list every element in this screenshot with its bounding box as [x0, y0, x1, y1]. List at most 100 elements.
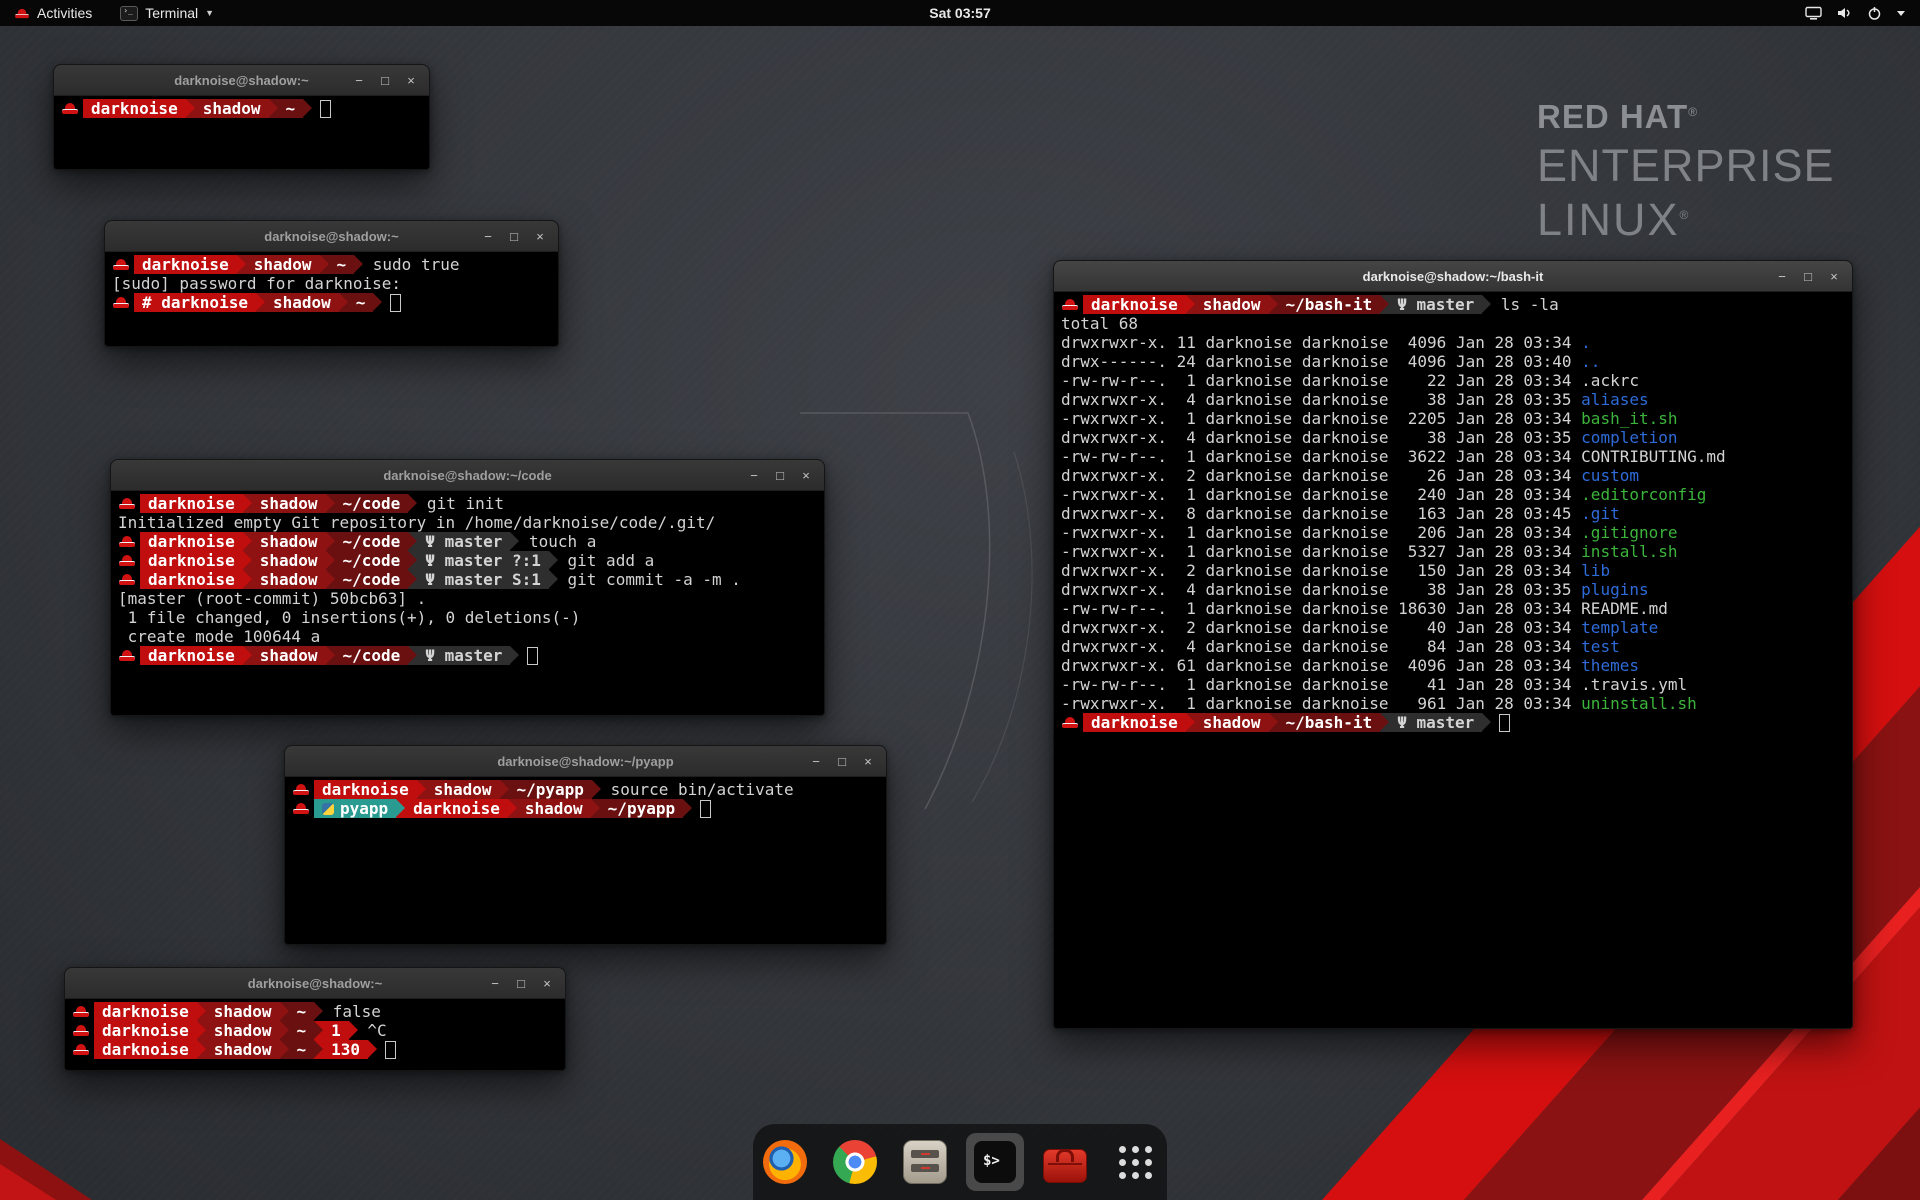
window-titlebar[interactable]: darknoise@shadow:~−□× [54, 65, 429, 96]
dock-item-terminal[interactable] [966, 1133, 1024, 1191]
minimize-button[interactable]: − [484, 972, 506, 994]
terminal-content[interactable]: darknoiseshadow~/bash-itΨ master ls -lat… [1055, 292, 1851, 1027]
close-button[interactable]: × [400, 69, 422, 91]
terminal-text: . [1581, 333, 1591, 352]
powerline-arrow-icon [237, 255, 246, 274]
minimize-button[interactable]: − [477, 225, 499, 247]
powerline-arrow-icon [408, 646, 417, 665]
brand-enterprise: ENTERPRISE [1537, 140, 1835, 192]
powerline-arrow-icon [320, 255, 329, 274]
close-button[interactable]: × [1823, 265, 1845, 287]
terminal-text: drwxrwxr-x. 4 darknoise darknoise 38 Jan… [1061, 580, 1581, 599]
red-hat-icon [293, 783, 309, 796]
minimize-button[interactable]: − [1771, 265, 1793, 287]
activities-button[interactable]: Activities [10, 0, 96, 26]
window-controls: −□× [477, 225, 558, 247]
maximize-button[interactable]: □ [1797, 265, 1819, 287]
dock-item-toolbox[interactable] [1036, 1133, 1094, 1191]
terminal-text: uninstall.sh [1581, 694, 1697, 713]
terminal-line: drwxrwxr-x. 8 darknoise darknoise 163 Ja… [1061, 504, 1851, 523]
window-titlebar[interactable]: darknoise@shadow:~/bash-it−□× [1054, 261, 1852, 292]
minimize-button[interactable]: − [743, 464, 765, 486]
prompt-segment-git: Ψ master [1389, 295, 1482, 314]
system-tray[interactable] [1805, 6, 1920, 20]
terminal-content[interactable]: darknoiseshadow~ sudo true[sudo] passwor… [106, 252, 557, 345]
terminal-line: -rwxrwxr-x. 1 darknoise darknoise 240 Ja… [1061, 485, 1851, 504]
close-button[interactable]: × [536, 972, 558, 994]
terminal-content[interactable]: darknoiseshadow~/pyapp source bin/activa… [286, 777, 885, 943]
clock[interactable]: Sat 03:57 [0, 5, 1920, 21]
prompt-segment-host: shadow [206, 1002, 280, 1021]
prompt-segment-user: darknoise [140, 551, 243, 570]
maximize-button[interactable]: □ [831, 750, 853, 772]
powerline-arrow-icon [417, 780, 426, 799]
powerline-arrow-icon [408, 494, 417, 513]
terminal-text: drwxrwxr-x. 2 darknoise darknoise 26 Jan… [1061, 466, 1581, 485]
chrome-icon [833, 1140, 877, 1184]
terminal-line: pyappdarknoiseshadow~/pyapp [292, 799, 885, 818]
terminal-text: drwxrwxr-x. 2 darknoise darknoise 150 Ja… [1061, 561, 1581, 580]
powerline-arrow-icon [408, 570, 417, 589]
terminal-text: 1 file changed, 0 insertions(+), 0 delet… [118, 608, 580, 627]
minimize-button[interactable]: − [348, 69, 370, 91]
close-button[interactable]: × [529, 225, 551, 247]
dock-item-firefox[interactable] [756, 1133, 814, 1191]
terminal-window-b: darknoise@shadow:~−□×darknoiseshadow~ su… [104, 220, 559, 347]
maximize-button[interactable]: □ [510, 972, 532, 994]
prompt-segment-err: 1 [323, 1021, 349, 1040]
terminal-window-d: darknoise@shadow:~/pyapp−□×darknoiseshad… [284, 745, 887, 945]
maximize-button[interactable]: □ [503, 225, 525, 247]
terminal-cursor [1499, 714, 1510, 732]
maximize-button[interactable]: □ [769, 464, 791, 486]
terminal-text: aliases [1581, 390, 1648, 409]
terminal-text: git add a [558, 551, 654, 570]
dock-item-chrome[interactable] [826, 1133, 884, 1191]
terminal-text: drwxrwxr-x. 11 darknoise darknoise 4096 … [1061, 333, 1581, 352]
minimize-button[interactable]: − [805, 750, 827, 772]
prompt-segment-host: shadow [246, 255, 320, 274]
window-titlebar[interactable]: darknoise@shadow:~/pyapp−□× [285, 746, 886, 777]
terminal-line: [master (root-commit) 50bcb63] . [118, 589, 823, 608]
window-titlebar[interactable]: darknoise@shadow:~−□× [65, 968, 565, 999]
dock-item-grid[interactable] [1106, 1133, 1164, 1191]
powerline-arrow-icon [510, 646, 519, 665]
window-titlebar[interactable]: darknoise@shadow:~−□× [105, 221, 558, 252]
powerline-arrow-icon [326, 494, 335, 513]
prompt-segment-user: darknoise [1083, 713, 1186, 732]
window-titlebar[interactable]: darknoise@shadow:~/code−□× [111, 460, 824, 491]
terminal-line: -rw-rw-r--. 1 darknoise darknoise 22 Jan… [1061, 371, 1851, 390]
prompt-segment-path: ~/code [335, 551, 409, 570]
terminal-text: touch a [519, 532, 596, 551]
terminal-content[interactable]: darknoiseshadow~/code git initInitialize… [112, 491, 823, 714]
close-button[interactable]: × [857, 750, 879, 772]
terminal-content[interactable]: darknoiseshadow~ falsedarknoiseshadow~1 … [66, 999, 564, 1069]
terminal-line: drwxrwxr-x. 4 darknoise darknoise 38 Jan… [1061, 428, 1851, 447]
app-menu-terminal[interactable]: Terminal ▼ [116, 0, 218, 26]
prompt-segment-git: Ψ master [417, 532, 510, 551]
powerline-arrow-icon [280, 1040, 289, 1059]
desktop-background: { "topbar": { "activities": "Activities"… [0, 0, 1920, 1200]
terminal-text: .gitignore [1581, 523, 1677, 542]
powerline-arrow-icon [280, 1021, 289, 1040]
terminal-text: drwxrwxr-x. 4 darknoise darknoise 38 Jan… [1061, 428, 1581, 447]
maximize-button[interactable]: □ [374, 69, 396, 91]
redhat-icon [15, 7, 29, 18]
powerline-arrow-icon [396, 799, 405, 818]
powerline-arrow-icon [314, 1002, 323, 1021]
terminal-text: test [1581, 637, 1620, 656]
terminal-text: custom [1581, 466, 1639, 485]
powerline-arrow-icon [354, 255, 363, 274]
terminal-content[interactable]: darknoiseshadow~ [55, 96, 428, 168]
dock-item-files[interactable] [896, 1133, 954, 1191]
powerline-arrow-icon [314, 1021, 323, 1040]
powerline-arrow-icon [280, 1002, 289, 1021]
volume-icon [1836, 6, 1853, 20]
terminal-text: drwx------. 24 darknoise darknoise 4096 … [1061, 352, 1581, 371]
terminal-line: -rwxrwxr-x. 1 darknoise darknoise 5327 J… [1061, 542, 1851, 561]
prompt-segment-host: shadow [252, 646, 326, 665]
prompt-segment-user: darknoise [140, 532, 243, 551]
powerline-arrow-icon [368, 1040, 377, 1059]
powerline-arrow-icon [243, 532, 252, 551]
close-button[interactable]: × [795, 464, 817, 486]
prompt-segment-path: ~/pyapp [509, 780, 592, 799]
